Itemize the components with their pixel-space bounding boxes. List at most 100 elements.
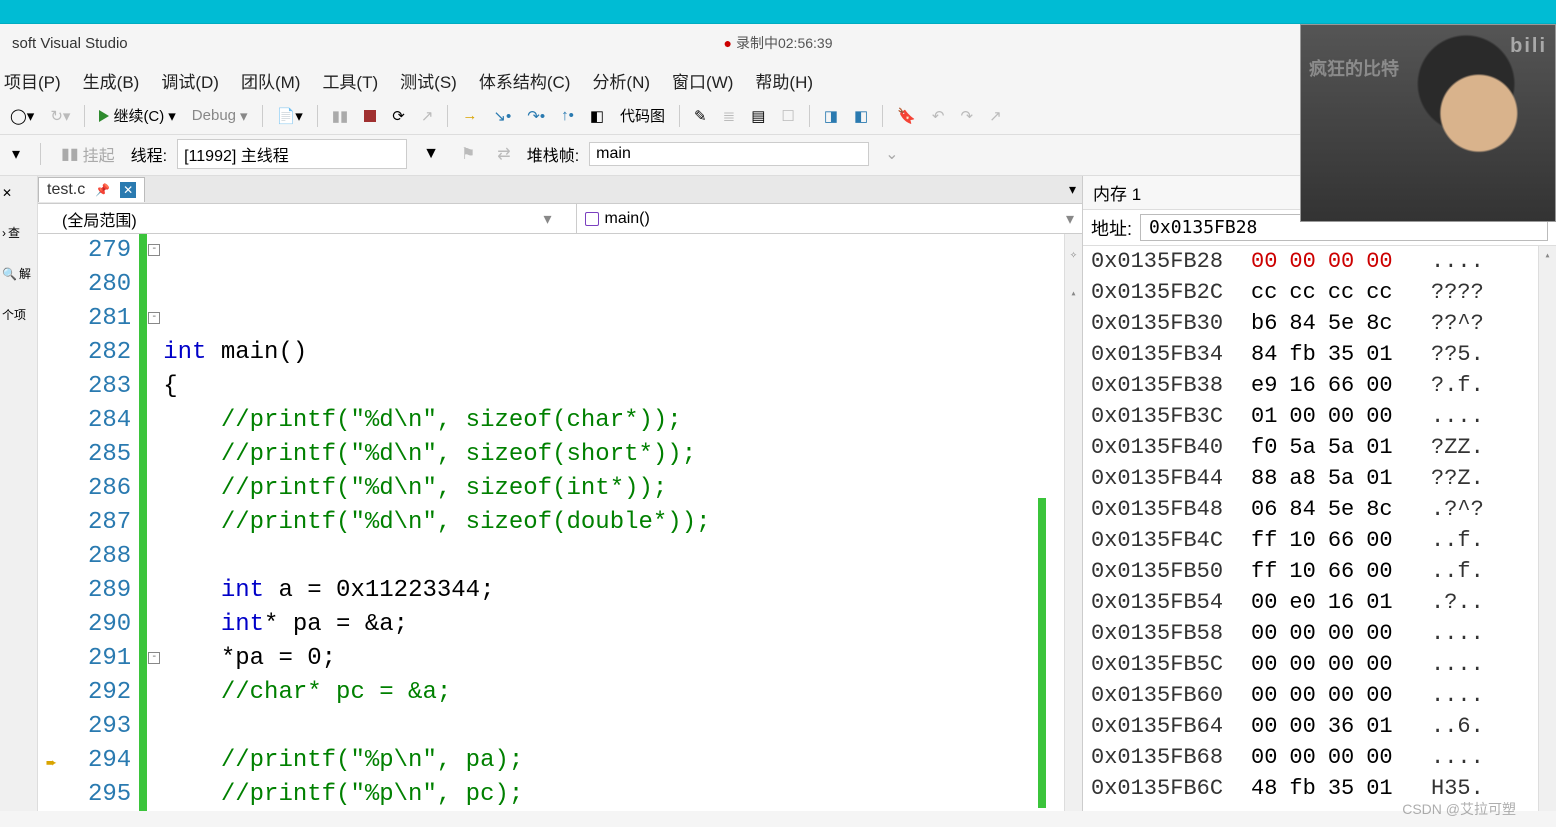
left-tab-1[interactable]: › 查 [0,222,37,243]
code-line[interactable] [163,710,1064,744]
scope-global-dropdown[interactable]: (全局范围) ▾ [38,204,577,233]
code-line[interactable]: //printf("%p\n", pc); [163,778,1064,811]
fold-toggle-icon[interactable]: - [148,652,160,664]
code-line[interactable]: //printf("%d\n", sizeof(double*)); [163,506,1064,540]
suspend-button[interactable]: ▮▮ 挂起 [55,140,121,168]
pin-icon[interactable]: 📌 [95,183,110,197]
code-line[interactable]: int* pa = &a; [163,608,1064,642]
pause-button[interactable]: ▮▮ [326,105,355,127]
memory-bytes: 88a85a01 [1251,463,1431,494]
editor-vertical-scrollbar[interactable]: ✧ ▴ [1064,234,1082,811]
memory-row[interactable]: 0x0135FB30b6845e8c??^? [1083,308,1556,339]
memory-row[interactable]: 0x0135FB4Cff106600..f. [1083,525,1556,556]
file-tab-test-c[interactable]: test.c 📌 ✕ [38,177,145,202]
menu-team[interactable]: 团队(M) [241,68,300,93]
menu-build[interactable]: 生成(B) [83,68,140,93]
menu-test[interactable]: 测试(S) [400,68,457,93]
menu-help[interactable]: 帮助(H) [755,68,813,93]
process-dropdown[interactable]: ▾ [6,142,26,166]
toolbar-icon[interactable]: ⌄ [879,142,904,166]
memory-row[interactable]: 0x0135FB38e9166600?.f. [1083,370,1556,401]
code-line[interactable]: int main() [163,336,1064,370]
toolbar-icon[interactable]: ↶ [926,105,951,127]
memory-row[interactable]: 0x0135FB3484fb3501??5. [1083,339,1556,370]
memory-vertical-scrollbar[interactable]: ▴ [1538,246,1556,811]
close-icon[interactable]: ✕ [120,182,136,198]
toolbar-icon[interactable]: ↷ [954,105,979,127]
fold-toggle-icon[interactable]: - [148,312,160,324]
stackframe-dropdown[interactable]: main [589,142,869,166]
flag-icon[interactable]: ⚑ [455,142,481,166]
tab-strip: test.c 📌 ✕ ▾ [38,176,1082,204]
filter-icon[interactable]: ▼ [417,143,445,165]
menu-analyze[interactable]: 分析(N) [592,68,650,93]
left-tab-close[interactable]: ✕ [0,184,37,202]
memory-row[interactable]: 0x0135FB5400e01601.?.. [1083,587,1556,618]
toolbar-icon[interactable]: ◨ [818,105,844,127]
memory-row[interactable]: 0x0135FB2Ccccccccc???? [1083,277,1556,308]
memory-row[interactable]: 0x0135FB6400003601..6. [1083,711,1556,742]
menu-window[interactable]: 窗口(W) [672,68,733,93]
line-number: 281 [88,302,131,336]
tab-dropdown[interactable]: ▾ [1063,179,1082,200]
memory-row[interactable]: 0x0135FB6000000000.... [1083,680,1556,711]
menu-debug[interactable]: 调试(D) [161,68,219,93]
show-next-statement-button[interactable]: → [456,105,483,126]
memory-row[interactable]: 0x0135FB5800000000.... [1083,618,1556,649]
toolbar-icon[interactable]: ◧ [584,105,610,127]
menu-architecture[interactable]: 体系结构(C) [479,68,571,93]
memory-row[interactable]: 0x0135FB6800000000.... [1083,742,1556,773]
step-into-button[interactable]: ↘• [487,105,517,127]
toolbar-icon[interactable]: ↗ [983,105,1008,127]
memory-ascii: .?^? [1431,494,1548,525]
code-line[interactable]: //printf("%d\n", sizeof(short*)); [163,438,1064,472]
toolbar-icon[interactable]: ▤ [745,105,771,127]
code-line[interactable]: *pa = 0; [163,642,1064,676]
left-tab-2[interactable]: 🔍 解 [0,263,37,284]
memory-row[interactable]: 0x0135FB3C01000000.... [1083,401,1556,432]
fold-toggle-icon[interactable]: - [148,244,160,256]
window-top-accent [0,0,1556,24]
code-editor[interactable]: 2792802812822832842852862872882892902912… [38,234,1082,811]
code-line[interactable]: { [163,370,1064,404]
code-line[interactable] [163,540,1064,574]
restart-button[interactable]: ⟳ [386,105,411,127]
code-line[interactable]: //char* pc = &a; [163,676,1064,710]
memory-row[interactable]: 0x0135FB2800000000.... [1083,246,1556,277]
memory-row[interactable]: 0x0135FB4488a85a01??Z. [1083,463,1556,494]
stop-button[interactable] [358,108,382,124]
toolbar-icon[interactable]: 📄▾ [271,105,309,127]
code-text[interactable]: int main(){ //printf("%d\n", sizeof(char… [163,234,1064,811]
continue-button[interactable]: 继续(C) ▾ [93,103,181,128]
left-tab-3[interactable]: 个项 [0,304,37,325]
thread-dropdown[interactable]: [11992] 主线程 [177,139,407,169]
memory-ascii: .... [1431,401,1548,432]
debug-config-dropdown[interactable]: Debug ▾ [186,105,254,127]
menu-tools[interactable]: 工具(T) [322,68,378,93]
toolbar-icon[interactable]: ⇄ [491,142,516,166]
memory-row[interactable]: 0x0135FB50ff106600..f. [1083,556,1556,587]
scope-function-dropdown[interactable]: main() ▾ [577,204,1083,233]
memory-bytes: f05a5a01 [1251,432,1431,463]
code-line[interactable]: //printf("%p\n", pa); [163,744,1064,778]
code-map-button[interactable]: 代码图 [614,103,671,128]
memory-row[interactable]: 0x0135FB4806845e8c.?^? [1083,494,1556,525]
toolbar-icon[interactable]: ☐ [775,105,800,127]
nav-forward-button[interactable]: ↻▾ [44,105,76,127]
toolbar-icon[interactable]: ↗ [415,105,440,127]
step-over-button[interactable]: ↷• [521,105,551,127]
code-line[interactable]: //printf("%d\n", sizeof(char*)); [163,404,1064,438]
step-out-button[interactable]: ↑• [555,105,580,126]
toolbar-icon[interactable]: ◧ [848,105,874,127]
memory-bytes: 00000000 [1251,618,1431,649]
code-line[interactable]: //printf("%d\n", sizeof(int*)); [163,472,1064,506]
toolbar-icon[interactable]: ✎ [688,105,713,127]
menu-project[interactable]: 项目(P) [4,68,61,93]
toolbar-icon[interactable]: ≣ [717,105,742,127]
nav-back-button[interactable]: ◯▾ [4,105,40,127]
memory-row[interactable]: 0x0135FB40f05a5a01?ZZ. [1083,432,1556,463]
memory-row[interactable]: 0x0135FB5C00000000.... [1083,649,1556,680]
webcam-overlay: 疯狂的比特 bili [1300,24,1556,222]
bookmark-icon[interactable]: 🔖 [891,105,922,127]
code-line[interactable]: int a = 0x11223344; [163,574,1064,608]
